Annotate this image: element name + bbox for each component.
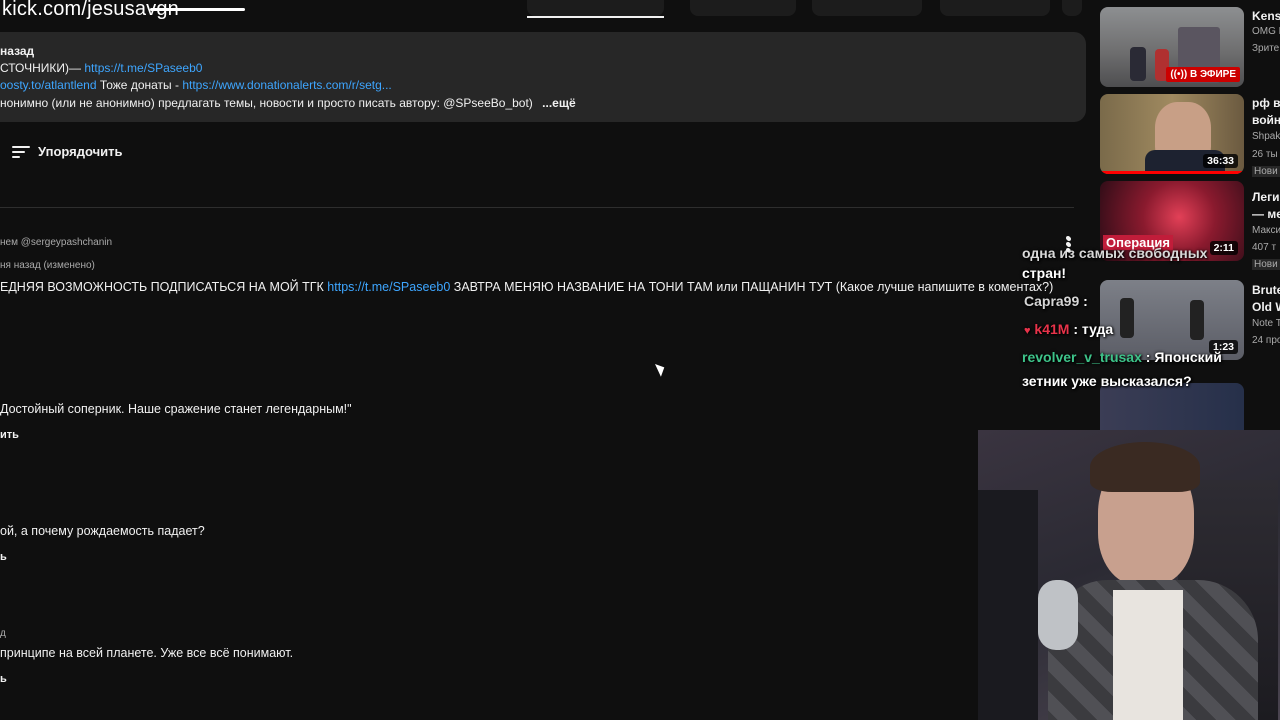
comment-author[interactable]: нем @sergeypashchanin xyxy=(0,237,112,248)
sidebar-video-meta: 26 ты xyxy=(1252,149,1278,160)
chat-username[interactable]: Capra99 xyxy=(1024,293,1079,309)
sidebar-video-meta: Зрите xyxy=(1252,43,1280,54)
comments-divider xyxy=(0,207,1074,208)
sidebar-video-meta: 407 т xyxy=(1252,242,1277,253)
sort-comments-button[interactable]: Упорядочить xyxy=(12,144,123,159)
description-text: нонимно (или не анонимно) предлагать тем… xyxy=(0,96,533,110)
top-tab[interactable] xyxy=(527,0,664,16)
comment-reply-button[interactable]: ить xyxy=(0,429,19,441)
description-text: СТОЧНИКИ)— xyxy=(0,61,85,75)
top-tab-active-indicator xyxy=(527,16,664,18)
chat-partial-message: одна из самых свободных xyxy=(1022,245,1208,261)
sidebar-video-channel[interactable]: Макси xyxy=(1252,225,1280,236)
chat-message: ♥ k41M : туда xyxy=(1024,321,1113,337)
streamer-webcam xyxy=(978,430,1280,720)
description-date: назад xyxy=(0,44,35,58)
comment-text: ой, а почему рождаемость падает? xyxy=(0,524,205,538)
microphone-icon xyxy=(1038,580,1078,650)
chat-partial-message: стран! xyxy=(1022,265,1067,281)
chat-username[interactable]: k41M xyxy=(1034,321,1069,337)
new-badge: Нови xyxy=(1252,166,1280,177)
sidebar-video-title[interactable]: рф в xyxy=(1252,96,1280,110)
description-line-contact: нонимно (или не анонимно) предлагать тем… xyxy=(0,96,576,110)
sort-icon xyxy=(12,145,30,159)
sidebar-video-title[interactable]: Brute xyxy=(1252,283,1280,297)
description-line-donations: oosty.to/atlantlend Тоже донаты - https:… xyxy=(0,78,392,92)
video-duration: 36:33 xyxy=(1203,154,1238,168)
chat-more-icon[interactable] xyxy=(1066,236,1070,254)
comment-text-part: ЗАВТРА МЕНЯЮ НАЗВАНИЕ НА ТОНИ ТАМ или ПА… xyxy=(450,280,1054,294)
donationalerts-link[interactable]: https://www.donationalerts.com/r/setg... xyxy=(182,78,391,92)
heart-icon: ♥ xyxy=(1024,325,1031,337)
chat-message-continuation: зетник уже высказался? xyxy=(1022,373,1192,389)
webcam-background xyxy=(978,490,1038,720)
sidebar-video-title[interactable]: войн xyxy=(1252,113,1280,127)
boosty-link[interactable]: oosty.to/atlantlend xyxy=(0,78,97,92)
description-text: Тоже донаты - xyxy=(96,78,183,92)
sidebar-video-thumbnail[interactable] xyxy=(1100,383,1244,431)
top-tab[interactable] xyxy=(940,0,1050,16)
sidebar-video-title[interactable]: Kensi xyxy=(1252,9,1280,23)
comment-reply-button[interactable]: ь xyxy=(0,673,7,685)
chat-text: : Японский xyxy=(1141,349,1222,365)
sidebar-video-channel[interactable]: Shpak xyxy=(1252,131,1280,142)
chat-text: : xyxy=(1079,293,1088,309)
comment-telegram-link[interactable]: https://t.me/SPaseeb0 xyxy=(327,280,450,294)
sidebar-video-channel[interactable]: OMG L xyxy=(1252,26,1280,37)
watermark-underline xyxy=(150,8,245,11)
live-badge: ((•)) В ЭФИРЕ xyxy=(1166,67,1240,82)
comment-reply-button[interactable]: ь xyxy=(0,551,7,563)
sidebar-video-thumbnail[interactable]: 36:33 xyxy=(1100,94,1244,174)
sidebar-video-meta: 24 про xyxy=(1252,335,1280,346)
sidebar-video-thumbnail[interactable]: 1:23 xyxy=(1100,280,1244,360)
chat-username[interactable]: revolver_v_trusax xyxy=(1022,349,1142,365)
comment-text: ЕДНЯЯ ВОЗМОЖНОСТЬ ПОДПИСАТЬСЯ НА МОЙ ТГК… xyxy=(0,280,1053,294)
chat-message: revolver_v_trusax : Японский xyxy=(1022,349,1222,365)
sidebar-video-title[interactable]: Old W xyxy=(1252,300,1280,314)
telegram-link[interactable]: https://t.me/SPaseeb0 xyxy=(84,61,202,75)
sidebar-video-thumbnail[interactable]: ((•)) В ЭФИРЕ xyxy=(1100,7,1244,87)
comment-author[interactable]: д xyxy=(0,628,6,639)
comment-time[interactable]: ня назад (изменено) xyxy=(0,260,95,271)
sidebar-video-channel[interactable]: Note T xyxy=(1252,318,1280,329)
sort-label: Упорядочить xyxy=(38,144,123,159)
sidebar-video-title[interactable]: — ме xyxy=(1252,207,1280,221)
video-duration: 2:11 xyxy=(1209,241,1238,255)
mouse-cursor-icon xyxy=(655,361,668,377)
comment-text: принципе на всей планете. Уже все всё по… xyxy=(0,646,294,660)
description-more-button[interactable]: ...ещё xyxy=(542,96,575,110)
comment-text: Достойный соперник. Наше сражение станет… xyxy=(0,402,352,416)
chat-text: : туда xyxy=(1069,321,1114,337)
top-tab[interactable] xyxy=(690,0,796,16)
new-badge: Нови xyxy=(1252,259,1280,270)
top-tab[interactable] xyxy=(812,0,922,16)
comment-text-part: ЕДНЯЯ ВОЗМОЖНОСТЬ ПОДПИСАТЬСЯ НА МОЙ ТГК xyxy=(0,280,328,294)
chat-message: Capra99 : xyxy=(1024,293,1088,309)
webcam-tshirt xyxy=(1113,590,1183,720)
description-line-telegram: СТОЧНИКИ)— https://t.me/SPaseeb0 xyxy=(0,61,202,75)
sidebar-video-title[interactable]: Леги xyxy=(1252,190,1279,204)
top-tab[interactable] xyxy=(1062,0,1082,16)
webcam-hair xyxy=(1090,442,1200,492)
